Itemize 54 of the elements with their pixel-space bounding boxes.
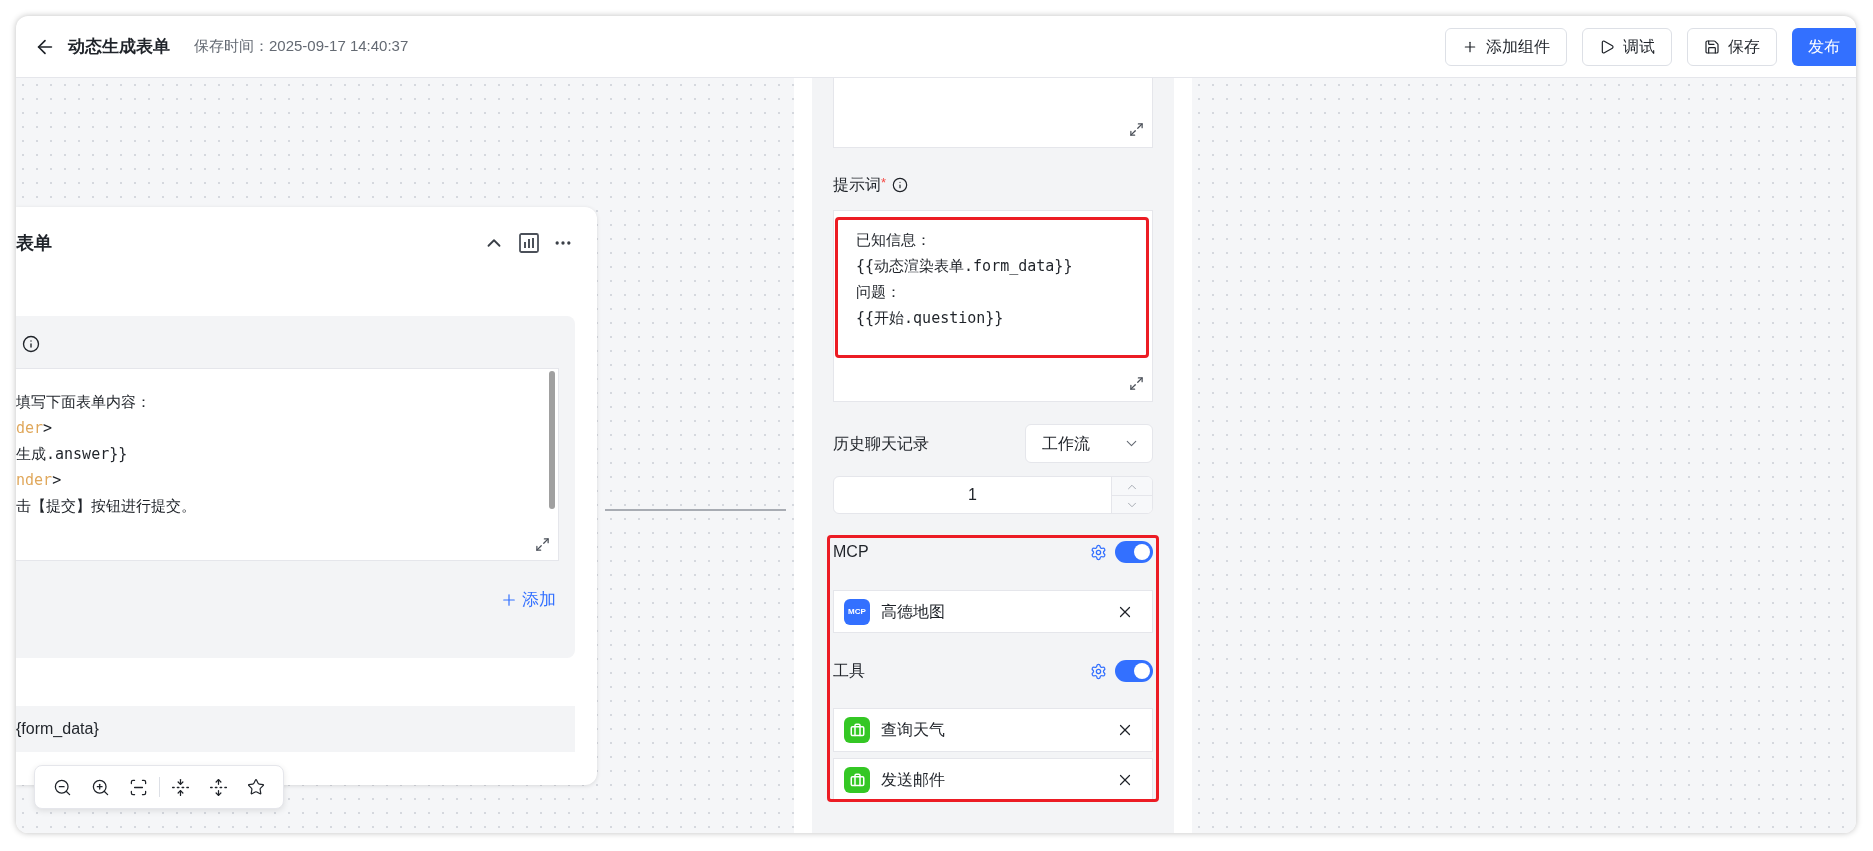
info-icon[interactable]: [892, 177, 909, 193]
tool-name: 发送邮件: [881, 770, 945, 790]
expand-icon[interactable]: [535, 537, 550, 552]
text-line: 填写下面表单内容：: [16, 392, 152, 413]
node-title: 表单: [16, 231, 52, 255]
toggle-switch[interactable]: [1115, 660, 1153, 682]
text-line: nder>: [16, 470, 63, 491]
prompt-line: 问题：: [856, 282, 901, 303]
text-line: 生成.answer}}: [16, 444, 129, 465]
text-line: der>: [16, 418, 54, 439]
field-label: 历史聊天记录: [833, 433, 929, 454]
text-line: 击【提交】按钮进行提交。: [16, 496, 197, 517]
collapse-all-icon[interactable]: [171, 777, 190, 797]
number-value: 1: [967, 485, 978, 505]
tool-item[interactable]: 查询天气: [833, 708, 1153, 752]
expand-icon[interactable]: [1129, 376, 1144, 391]
tool-item[interactable]: MCP 高德地图: [833, 590, 1153, 633]
tool-name: 高德地图: [881, 601, 945, 622]
save-icon: [1704, 38, 1720, 55]
required-mark: *: [881, 174, 887, 190]
prompt-line: {{开始.question}}: [856, 308, 1004, 329]
settings-icon[interactable]: [1090, 543, 1107, 561]
zoom-out-icon[interactable]: [53, 777, 72, 797]
info-icon[interactable]: [22, 335, 40, 353]
history-select[interactable]: 工作流: [1025, 424, 1153, 463]
prompt-line: 已知信息：: [856, 230, 931, 251]
page-title: 动态生成表单: [68, 35, 170, 58]
field-label: 提示词: [833, 175, 881, 195]
section-label: MCP: [833, 542, 869, 562]
prompt-textarea[interactable]: 已知信息： {{动态渲染表单.form_data}} 问题： {{开始.question}}: [833, 210, 1153, 402]
content-textarea[interactable]: 填写下面表单内容： der> 生成.answer}} nder> 击【提交】按钮进行提交。: [16, 368, 559, 561]
add-link[interactable]: 添加: [500, 587, 556, 613]
expand-icon[interactable]: [1129, 122, 1144, 137]
section-label: 工具: [833, 661, 865, 681]
mcp-badge-icon: MCP: [844, 598, 870, 625]
toolbox-icon: [844, 717, 870, 743]
star-icon[interactable]: [247, 778, 265, 796]
tool-item[interactable]: 发送邮件: [833, 758, 1153, 799]
run-button[interactable]: 调试: [1582, 27, 1672, 66]
fit-view-icon[interactable]: [129, 777, 148, 797]
zoom-in-icon[interactable]: [91, 777, 110, 797]
settings-icon[interactable]: [1090, 662, 1107, 680]
play-icon: [1599, 38, 1615, 55]
output-field: {form_data}: [16, 706, 575, 752]
tool-name: 查询天气: [881, 720, 945, 740]
save-time: 保存时间：2025-09-17 14:40:37: [194, 36, 409, 57]
add-button[interactable]: 添加组件: [1445, 27, 1567, 66]
chart-icon[interactable]: [519, 233, 539, 253]
save-button[interactable]: 保存: [1687, 27, 1777, 66]
toolbox-icon: [844, 767, 870, 793]
expand-all-icon[interactable]: [209, 777, 228, 797]
toggle-switch[interactable]: [1115, 541, 1153, 563]
prompt-line: {{动态渲染表单.form_data}}: [856, 256, 1073, 277]
publish-button[interactable]: 发布: [1792, 27, 1856, 66]
